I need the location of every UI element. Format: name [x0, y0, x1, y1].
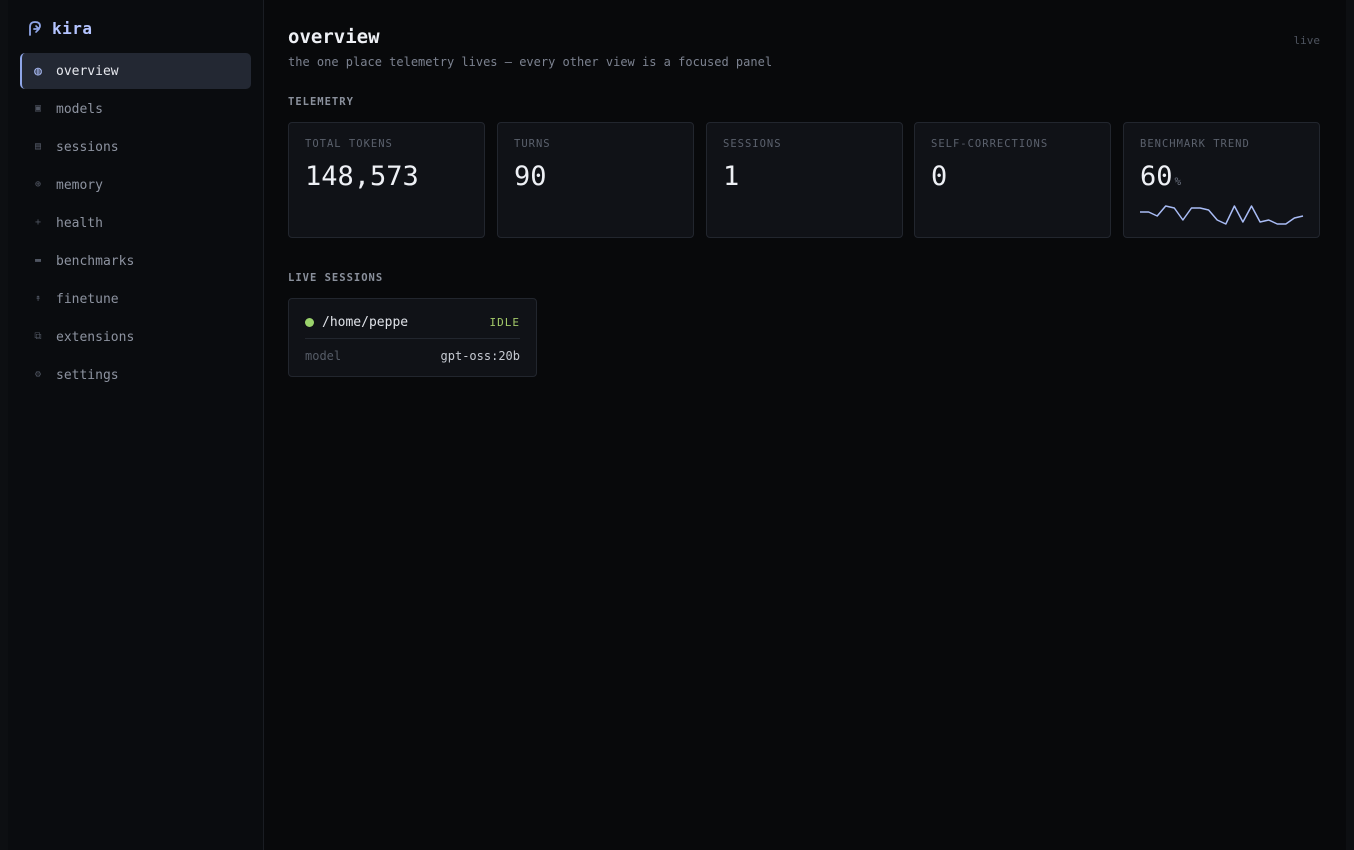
sidebar-item-finetune[interactable]: ↟ finetune [20, 281, 251, 317]
sidebar-nav: ◍ overview ▣ models ▤ sessions ⊕ memory … [20, 53, 251, 395]
sidebar-item-label: benchmarks [56, 253, 135, 269]
session-status-badge: IDLE [489, 315, 520, 329]
page-subtitle: the one place telemetry lives — every ot… [288, 55, 773, 69]
live-sessions-section-label: LIVE SESSIONS [288, 272, 384, 284]
sidebar-item-label: memory [56, 177, 103, 193]
session-header: /home/peppe IDLE [305, 313, 520, 331]
gear-icon: ⚙ [34, 369, 42, 380]
status-dot-icon [305, 317, 314, 327]
plus-icon: + [34, 217, 42, 228]
window-edge-right [1346, 0, 1354, 850]
sidebar-item-label: settings [56, 367, 119, 383]
stat-value: 90 [514, 161, 547, 192]
stack-icon: ⧉ [34, 331, 42, 342]
app-window: kira ◍ overview ▣ models ▤ sessions ⊕ me… [0, 0, 1354, 850]
window-edge-left [0, 0, 8, 850]
session-model-value: gpt-oss:20b [440, 349, 520, 363]
sidebar-item-sessions[interactable]: ▤ sessions [20, 129, 251, 165]
main-panel: overview the one place telemetry lives —… [264, 0, 1346, 850]
benchmark-sparkline [1140, 205, 1304, 225]
stat-card-benchmark-trend[interactable]: BENCHMARK TREND 60% [1123, 122, 1320, 238]
sidebar-item-health[interactable]: + health [20, 205, 251, 241]
telemetry-cards: TOTAL TOKENS 148,573 TURNS 90 SESSIONS 1… [288, 122, 1320, 238]
sidebar: kira ◍ overview ▣ models ▤ sessions ⊕ me… [8, 0, 264, 850]
sidebar-item-models[interactable]: ▣ models [20, 91, 251, 127]
sidebar-item-label: extensions [56, 329, 135, 345]
session-card[interactable]: /home/peppe IDLE model gpt-oss:20b [288, 298, 537, 377]
sidebar-item-label: overview [56, 63, 119, 79]
stat-card-total-tokens[interactable]: TOTAL TOKENS 148,573 [288, 122, 485, 238]
sidebar-item-label: finetune [56, 291, 119, 307]
divider [305, 338, 520, 339]
pin-icon: ↟ [34, 293, 42, 304]
stat-label: SESSIONS [723, 138, 782, 150]
target-icon: ⊕ [34, 179, 42, 190]
sidebar-item-label: sessions [56, 139, 119, 155]
square-icon: ▣ [34, 103, 42, 114]
sidebar-item-extensions[interactable]: ⧉ extensions [20, 319, 251, 355]
page-title: overview [288, 26, 380, 48]
stat-value: 148,573 [305, 161, 419, 192]
sidebar-item-overview[interactable]: ◍ overview [20, 53, 251, 89]
stat-value-wrap: 60% [1140, 161, 1181, 192]
stat-value: 1 [723, 161, 740, 192]
list-icon: ▤ [34, 141, 42, 152]
live-indicator: live [1293, 34, 1321, 47]
bar-icon: ▬ [34, 255, 42, 266]
session-model-key: model [305, 349, 342, 363]
brand[interactable]: kira [28, 16, 93, 40]
sidebar-item-label: models [56, 101, 103, 117]
stat-value: 60 [1140, 161, 1173, 192]
session-path: /home/peppe [322, 314, 409, 330]
sidebar-item-label: health [56, 215, 103, 231]
stat-label: TOTAL TOKENS [305, 138, 393, 150]
stat-label: SELF-CORRECTIONS [931, 138, 1049, 150]
stat-card-sessions[interactable]: SESSIONS 1 [706, 122, 903, 238]
sidebar-item-benchmarks[interactable]: ▬ benchmarks [20, 243, 251, 279]
stat-unit: % [1174, 175, 1182, 188]
globe-icon: ◍ [34, 63, 42, 79]
sidebar-item-memory[interactable]: ⊕ memory [20, 167, 251, 203]
stat-card-self-corrections[interactable]: SELF-CORRECTIONS 0 [914, 122, 1111, 238]
kira-logo-icon [29, 21, 41, 36]
session-model-row: model gpt-oss:20b [305, 349, 520, 363]
stat-card-turns[interactable]: TURNS 90 [497, 122, 694, 238]
stat-value: 0 [931, 161, 948, 192]
sparkline-path [1140, 205, 1304, 225]
telemetry-section-label: TELEMETRY [288, 96, 354, 108]
brand-name: kira [52, 18, 93, 38]
stat-label: BENCHMARK TREND [1140, 138, 1250, 150]
stat-label: TURNS [514, 138, 551, 150]
sidebar-item-settings[interactable]: ⚙ settings [20, 357, 251, 393]
